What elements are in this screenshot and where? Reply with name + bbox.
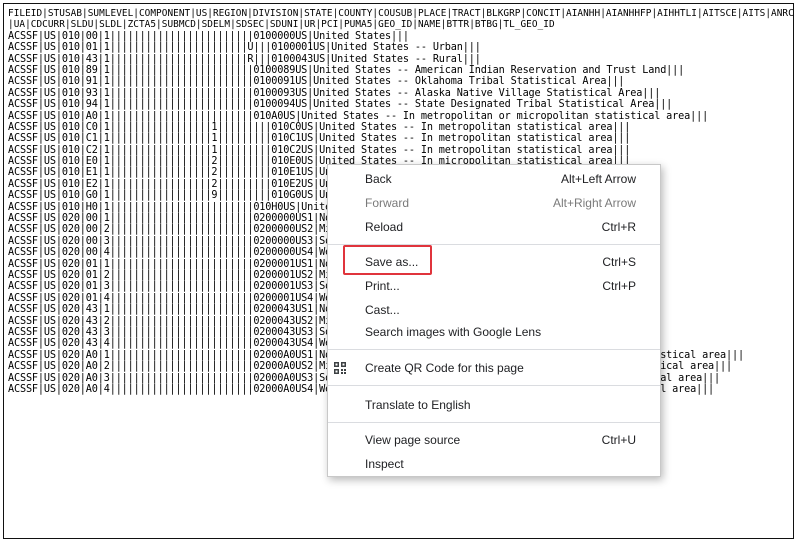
menu-item-label: Inspect — [365, 457, 404, 471]
menu-item-cast[interactable]: Cast... — [328, 299, 660, 321]
menu-separator — [328, 349, 660, 350]
menu-item-label: Translate to English — [365, 398, 471, 412]
menu-separator — [328, 422, 660, 423]
menu-item-label: Forward — [365, 196, 410, 210]
menu-item-forward[interactable]: Forward Alt+Right Arrow — [328, 192, 660, 214]
menu-item-shortcut: Alt+Right Arrow — [552, 196, 636, 210]
data-row: ACSSF|US|010|93|1|||||||||||||||||||||||… — [8, 87, 661, 99]
data-row: ACSSF|US|010|01|1|||||||||||||||||||||||… — [8, 42, 481, 54]
menu-item-inspect[interactable]: Inspect — [328, 453, 660, 475]
menu-item-view-page-source[interactable]: View page source Ctrl+U — [328, 429, 660, 451]
data-row: ACSSF|US|010|89|1|||||||||||||||||||||||… — [8, 64, 685, 76]
data-row: ACSSF|US|010|00|1|||||||||||||||||||||||… — [8, 30, 409, 42]
menu-item-shortcut: Ctrl+P — [602, 279, 636, 293]
menu-item-label: Back — [365, 172, 392, 186]
data-row: ACSSF|US|010|C0|1|||||||||||||||||1|||||… — [8, 121, 631, 133]
menu-item-shortcut: Ctrl+S — [602, 255, 636, 269]
data-row: ACSSF|US|010|94|1|||||||||||||||||||||||… — [8, 99, 673, 111]
menu-item-shortcut: Alt+Left Arrow — [560, 172, 636, 186]
header-line: |UA|CDCURR|SLDU|SLDL|ZCTA5|SUBMCD|SDELM|… — [8, 19, 555, 31]
data-row: ACSSF|US|010|A0|1|||||||||||||||||||||||… — [8, 110, 709, 122]
menu-item-back[interactable]: Back Alt+Left Arrow — [328, 168, 660, 190]
context-menu: Back Alt+Left Arrow Forward Alt+Right Ar… — [327, 164, 661, 477]
menu-item-create-qr-code[interactable]: Create QR Code for this page — [328, 357, 660, 379]
data-row: ACSSF|US|010|C1|1|||||||||||||||||1|||||… — [8, 133, 631, 145]
menu-item-shortcut: Ctrl+R — [601, 220, 636, 234]
menu-item-google-lens[interactable]: Search images with Google Lens — [328, 321, 660, 343]
menu-item-translate[interactable]: Translate to English — [328, 394, 660, 416]
data-row: ACSSF|US|010|43|1|||||||||||||||||||||||… — [8, 53, 481, 65]
menu-item-label: Create QR Code for this page — [365, 361, 524, 375]
menu-item-label: Search images with Google Lens — [365, 325, 542, 339]
menu-item-shortcut: Ctrl+U — [601, 433, 636, 447]
data-row: ACSSF|US|010|C2|1|||||||||||||||||1|||||… — [8, 144, 631, 156]
menu-item-label: View page source — [365, 433, 461, 447]
menu-item-label: Cast... — [365, 303, 400, 317]
menu-item-label: Reload — [365, 220, 404, 234]
data-row: ACSSF|US|010|91|1|||||||||||||||||||||||… — [8, 76, 625, 88]
save-as-highlight-box — [343, 245, 432, 275]
menu-item-label: Print... — [365, 279, 400, 293]
menu-separator — [328, 385, 660, 386]
menu-item-reload[interactable]: Reload Ctrl+R — [328, 216, 660, 238]
menu-item-print[interactable]: Print... Ctrl+P — [328, 275, 660, 297]
header-line: FILEID|STUSAB|SUMLEVEL|COMPONENT|US|REGI… — [8, 8, 794, 19]
qr-code-icon — [334, 362, 346, 374]
